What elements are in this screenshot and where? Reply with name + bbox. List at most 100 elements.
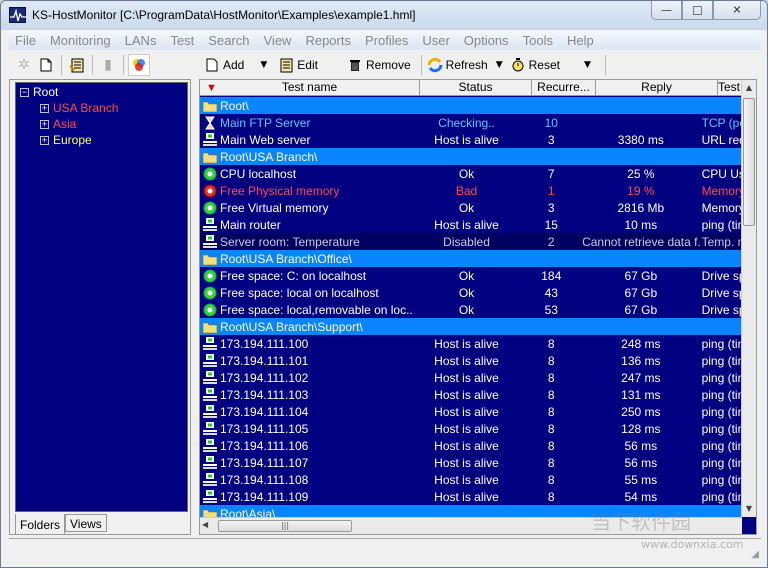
host-icon [200, 131, 220, 148]
gear-ok-icon [200, 165, 220, 182]
resize-grip-icon[interactable]: ◢ [751, 549, 759, 560]
group-row[interactable]: Root\ [200, 97, 742, 114]
group-row[interactable]: Root\USA Branch\Support\ [200, 318, 742, 335]
menu-profiles[interactable]: Profiles [365, 33, 408, 48]
test-row[interactable]: 173.194.111.106 Host is alive 8 56 ms pi… [200, 437, 742, 454]
test-method: Drive sp [701, 285, 742, 300]
test-row[interactable]: 173.194.111.101 Host is alive 8 136 ms p… [200, 352, 742, 369]
remove-button[interactable]: Remove [346, 56, 411, 74]
new-folder-icon[interactable]: ✲ [13, 54, 35, 76]
toolbar-separator [123, 55, 124, 75]
scroll-thumb[interactable] [743, 98, 755, 226]
menu-options[interactable]: Options [464, 33, 509, 48]
test-row[interactable]: 173.194.111.100 Host is alive 8 248 ms p… [200, 335, 742, 352]
column-reply[interactable]: Reply [596, 80, 718, 96]
test-row[interactable]: CPU localhost Ok 7 25 % CPU Us [200, 165, 742, 182]
menu-lans[interactable]: LANs [125, 33, 157, 48]
close-button[interactable]: ✕ [713, 1, 761, 20]
menu-reports[interactable]: Reports [305, 33, 351, 48]
refresh-button[interactable]: Refresh [426, 56, 488, 74]
test-method: ping (tim [701, 455, 742, 470]
test-row[interactable]: Main router Host is alive 15 10 ms ping … [200, 216, 742, 233]
group-row[interactable]: Root\USA Branch\Office\ [200, 250, 742, 267]
maximize-button[interactable]: □ [682, 1, 713, 20]
column-recurrence[interactable]: Recurre... [532, 80, 596, 96]
tree-node-label: Root [33, 85, 59, 99]
vertical-scrollbar[interactable]: ▲ ▼ [741, 80, 756, 517]
test-row[interactable]: Free Physical memory Bad 1 19 % Memory [200, 182, 742, 199]
test-recurrence: 8 [547, 353, 555, 368]
collapse-icon[interactable]: − [20, 87, 29, 97]
test-name: 173.194.111.102 [220, 370, 309, 385]
test-status: Bad [455, 183, 478, 198]
column-test-name[interactable]: ▼ Test name [200, 80, 420, 96]
app-window: KS-HostMonitor [C:\ProgramData\HostMonit… [0, 0, 768, 568]
column-status[interactable]: Status [420, 80, 532, 96]
test-status: Host is alive [434, 489, 499, 504]
sort-icon: ▼ [206, 82, 217, 94]
expand-icon[interactable]: + [40, 103, 49, 113]
add-dropdown-icon[interactable]: ▼ [260, 60, 267, 70]
test-row[interactable]: 173.194.111.105 Host is alive 8 128 ms p… [200, 420, 742, 437]
refresh-dropdown-icon[interactable]: ▼ [496, 60, 503, 70]
menu-user[interactable]: User [422, 33, 449, 48]
menu-search[interactable]: Search [208, 33, 249, 48]
test-name: Free space: C: on localhost [220, 268, 367, 283]
group-row[interactable]: Root\USA Branch\ [200, 148, 742, 165]
column-test-method[interactable]: Test me [718, 80, 742, 96]
scroll-up-icon[interactable]: ▲ [742, 80, 756, 96]
test-row[interactable]: 173.194.111.107 Host is alive 8 56 ms pi… [200, 454, 742, 471]
watermark-url: www.downxia.com [641, 538, 744, 551]
test-status: Ok [458, 268, 475, 283]
remove-label: Remove [365, 58, 411, 72]
tree-node-asia[interactable]: + Asia [40, 116, 76, 132]
test-row[interactable]: 173.194.111.103 Host is alive 8 131 ms p… [200, 386, 742, 403]
tab-views[interactable]: Views [65, 514, 107, 532]
menu-file[interactable]: File [15, 33, 36, 48]
reset-button[interactable]: Reset [509, 56, 560, 74]
tree-node-usa-branch[interactable]: + USA Branch [40, 100, 118, 116]
expand-icon[interactable]: + [40, 119, 49, 129]
menu-help[interactable]: Help [567, 33, 594, 48]
test-name: 173.194.111.101 [220, 353, 309, 368]
scroll-thumb[interactable]: ||| [218, 520, 352, 532]
menu-test[interactable]: Test [170, 33, 194, 48]
edit-folder-icon[interactable] [66, 54, 88, 76]
test-name: 173.194.111.107 [220, 455, 309, 470]
menu-monitoring[interactable]: Monitoring [50, 33, 111, 48]
test-row[interactable]: 173.194.111.108 Host is alive 8 55 ms pi… [200, 471, 742, 488]
color-icon[interactable] [128, 54, 150, 76]
reset-dropdown-icon[interactable]: ▼ [584, 60, 591, 70]
test-name: 173.194.111.108 [220, 472, 309, 487]
tree-node-root[interactable]: − Root [20, 84, 58, 100]
edit-button[interactable]: Edit [277, 56, 318, 74]
test-recurrence: 3 [547, 200, 555, 215]
expand-icon[interactable]: + [40, 135, 49, 145]
host-icon [200, 488, 220, 505]
gear-ok-icon [200, 267, 220, 284]
test-row[interactable]: 173.194.111.102 Host is alive 8 247 ms p… [200, 369, 742, 386]
add-button[interactable]: Add [203, 56, 244, 74]
test-row[interactable]: Free space: C: on localhost Ok 184 67 Gb… [200, 267, 742, 284]
test-row[interactable]: Main Web server Host is alive 3 3380 ms … [200, 131, 742, 148]
test-row[interactable]: Main FTP Server Checking.. 10 TCP (po [200, 114, 742, 131]
test-row[interactable]: Free Virtual memory Ok 3 2816 Mb Memory [200, 199, 742, 216]
test-name: Free Physical memory [220, 183, 340, 198]
scroll-left-icon[interactable]: ◀ [202, 520, 208, 529]
tab-folders[interactable]: Folders [15, 514, 66, 535]
test-row[interactable]: Server room: Temperature Disabled 2 Cann… [200, 233, 742, 250]
test-row[interactable]: 173.194.111.104 Host is alive 8 250 ms p… [200, 403, 742, 420]
scroll-down-icon[interactable]: ▼ [742, 501, 756, 517]
host-icon [200, 420, 220, 437]
grid-body: Root\ Main FTP Server Checking.. 10 TCP … [200, 97, 742, 517]
test-row[interactable]: 173.194.111.109 Host is alive 8 54 ms pi… [200, 488, 742, 505]
delete-folder-icon[interactable]: ▮ [97, 54, 119, 76]
tree-node-europe[interactable]: + Europe [40, 132, 92, 148]
test-method: ping (tim [701, 336, 742, 351]
minimize-button[interactable]: — [651, 1, 682, 20]
test-row[interactable]: Free space: local,removable on loc... Ok… [200, 301, 742, 318]
menu-view[interactable]: View [264, 33, 292, 48]
new-file-icon[interactable] [35, 54, 57, 76]
menu-tools[interactable]: Tools [523, 33, 553, 48]
test-row[interactable]: Free space: local on localhost Ok 43 67 … [200, 284, 742, 301]
